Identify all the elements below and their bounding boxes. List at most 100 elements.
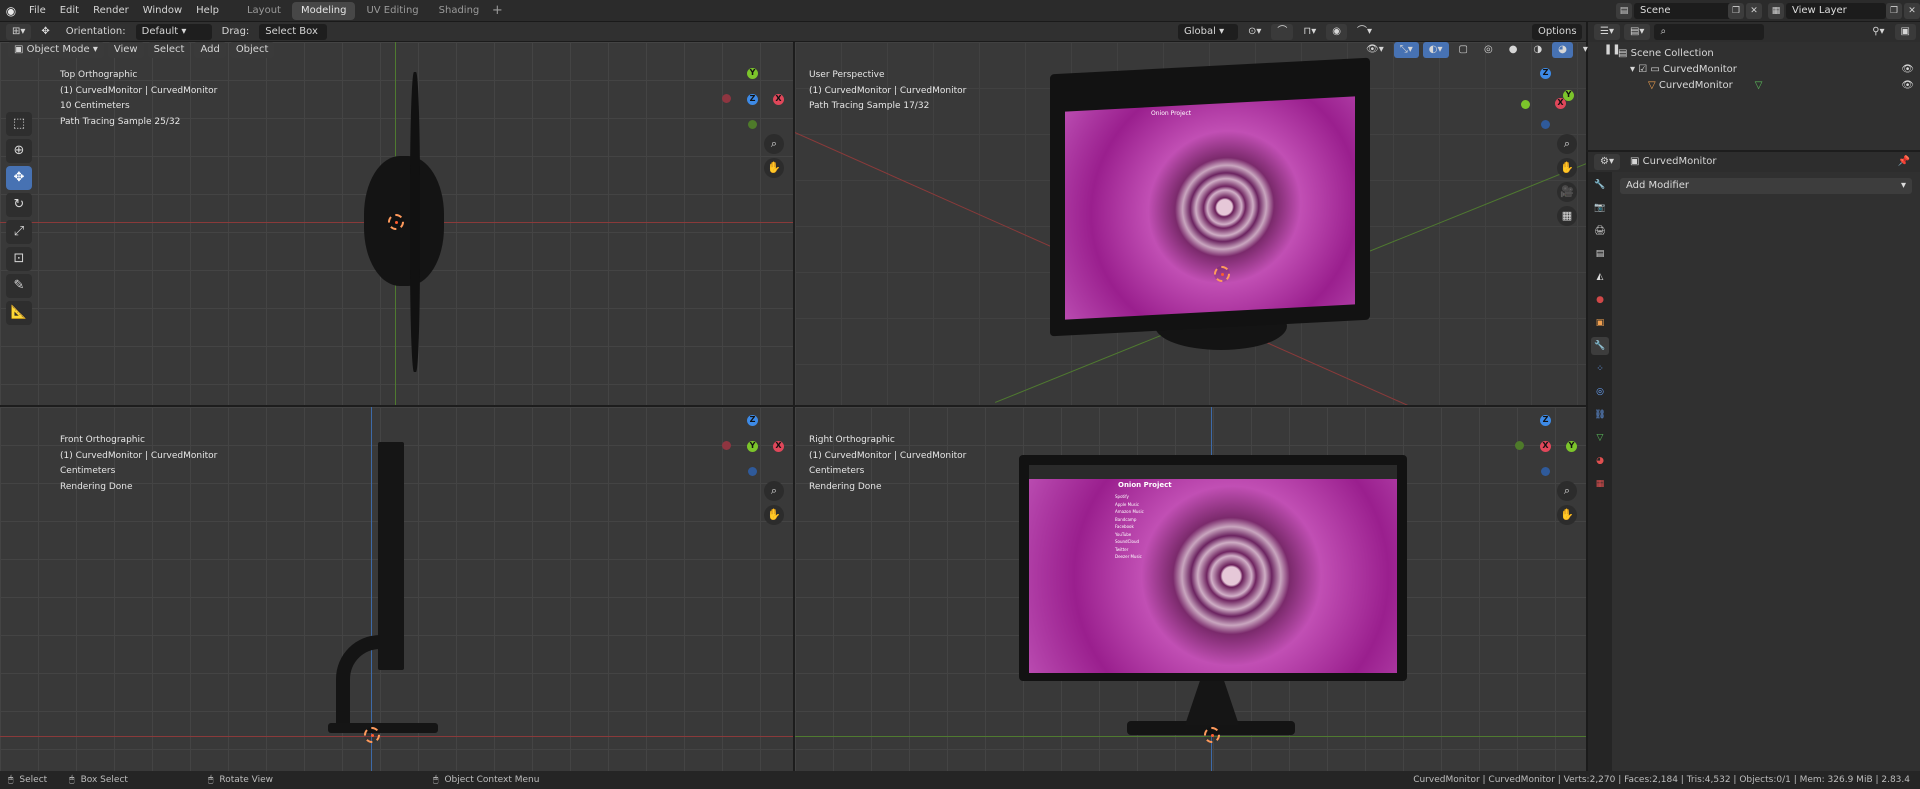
gizmo-z-icon[interactable]: Z: [1540, 68, 1551, 79]
viewport-top-orthographic[interactable]: Top Orthographic (1) CurvedMonitor | Cur…: [0, 42, 793, 405]
shading-options-icon[interactable]: ▾: [1577, 42, 1594, 58]
blender-logo-icon[interactable]: ◉: [0, 0, 22, 22]
pan-hand-icon[interactable]: ✋: [764, 158, 784, 178]
gizmo-neg-x-icon[interactable]: [722, 94, 731, 103]
tool-settings-icon[interactable]: ⊞▾: [6, 23, 32, 40]
scene-browse-icon[interactable]: ▤: [1616, 3, 1632, 19]
viewport-user-perspective[interactable]: Onion Project User Perspective (1) Curve…: [795, 42, 1586, 405]
view-layer-delete-icon[interactable]: ✕: [1904, 3, 1920, 19]
pin-icon[interactable]: 📌: [1892, 154, 1916, 170]
view-layer-field[interactable]: View Layer: [1786, 3, 1886, 19]
expand-arrow-icon[interactable]: ▾: [1630, 62, 1635, 78]
view-layer-copy-icon[interactable]: ❐: [1886, 3, 1902, 19]
annotate-tool-icon[interactable]: ✎: [6, 274, 32, 298]
gizmo-y-icon[interactable]: Y: [747, 441, 758, 452]
view-layer-browse-icon[interactable]: ▦: [1768, 3, 1784, 19]
viewport-right-orthographic[interactable]: Onion Project Spotify Apple Music Amazon…: [795, 407, 1586, 771]
display-mode-icon[interactable]: ▤▾: [1623, 24, 1651, 40]
mesh-data-icon[interactable]: ▽: [1755, 78, 1763, 94]
scene-copy-icon[interactable]: ❐: [1728, 3, 1744, 19]
object-tab-icon[interactable]: ▣: [1591, 314, 1609, 332]
gizmo-neg-x-icon[interactable]: [722, 441, 731, 450]
menu-edit[interactable]: Edit: [53, 0, 86, 22]
world-tab-icon[interactable]: ●: [1591, 291, 1609, 309]
editor-type-icon[interactable]: ☰▾: [1594, 24, 1620, 40]
gizmo-toggle-icon[interactable]: ⤡▾: [1393, 42, 1419, 58]
visibility-icon[interactable]: 👁▾: [1360, 42, 1390, 58]
gizmo-z-icon[interactable]: Z: [747, 94, 758, 105]
physics-tab-icon[interactable]: ◎: [1591, 383, 1609, 401]
tool-tab-icon[interactable]: 🔧: [1591, 176, 1609, 194]
solid-shading-icon[interactable]: ●: [1503, 42, 1524, 58]
zoom-icon[interactable]: ⌕: [1557, 134, 1577, 154]
gizmo-x-icon[interactable]: X: [1540, 441, 1551, 452]
gizmo-y-icon[interactable]: Y: [1566, 441, 1577, 452]
material-shading-icon[interactable]: ◑: [1527, 42, 1548, 58]
tab-modeling[interactable]: Modeling: [291, 1, 356, 20]
output-tab-icon[interactable]: 🖨: [1591, 222, 1609, 240]
wireframe-shading-icon[interactable]: ◎: [1478, 42, 1499, 58]
gizmo-neg-z-icon[interactable]: [748, 467, 757, 476]
editor-type-icon[interactable]: ⚙▾: [1594, 154, 1620, 170]
snap-target-icon[interactable]: ⊓▾: [1297, 24, 1322, 40]
tab-uv-editing[interactable]: UV Editing: [357, 2, 427, 20]
cursor-tool-icon[interactable]: ⊕: [6, 139, 32, 163]
new-collection-icon[interactable]: ▣: [1894, 24, 1916, 40]
gizmo-y-icon[interactable]: Y: [747, 68, 758, 79]
zoom-icon[interactable]: ⌕: [764, 481, 784, 501]
texture-tab-icon[interactable]: ▦: [1591, 475, 1609, 493]
menu-render[interactable]: Render: [86, 0, 136, 22]
add-modifier-dropdown[interactable]: Add Modifier ▾: [1620, 178, 1912, 194]
eye-icon[interactable]: 👁: [1901, 78, 1914, 94]
gizmo-x-icon[interactable]: X: [773, 441, 784, 452]
orientation-dropdown[interactable]: Default ▾: [135, 23, 212, 40]
gizmo-neg-z-icon[interactable]: [1541, 120, 1550, 129]
view-layer-tab-icon[interactable]: ▤: [1591, 245, 1609, 263]
zoom-icon[interactable]: ⌕: [764, 134, 784, 154]
gizmo-neg-y-icon[interactable]: [1521, 100, 1530, 109]
zoom-icon[interactable]: ⌕: [1557, 481, 1577, 501]
outliner-row[interactable]: ▾ ☑ ▭ CurvedMonitor 👁: [1618, 62, 1920, 78]
gizmo-z-icon[interactable]: Z: [747, 415, 758, 426]
data-tab-icon[interactable]: ▽: [1591, 429, 1609, 447]
menu-select[interactable]: Select: [147, 42, 191, 58]
gizmo-neg-y-icon[interactable]: [748, 120, 757, 129]
select-box-tool-icon[interactable]: ⬚: [6, 112, 32, 136]
menu-add[interactable]: Add: [194, 42, 226, 58]
checkbox-icon[interactable]: ☑: [1638, 62, 1647, 78]
gizmo-neg-y-icon[interactable]: [1515, 441, 1524, 450]
render-tab-icon[interactable]: 📷: [1591, 199, 1609, 217]
scene-collection-row[interactable]: ▤ Scene Collection: [1618, 46, 1920, 62]
eye-icon[interactable]: 👁: [1901, 62, 1914, 78]
constraints-tab-icon[interactable]: ⛓: [1591, 406, 1609, 424]
menu-view[interactable]: View: [107, 42, 144, 58]
perspective-toggle-icon[interactable]: ▦: [1557, 206, 1577, 226]
modifier-tab-icon[interactable]: 🔧: [1591, 337, 1609, 355]
menu-object[interactable]: Object: [229, 42, 275, 58]
menu-help[interactable]: Help: [189, 0, 226, 22]
filter-icon[interactable]: ⚲▾: [1866, 24, 1890, 40]
measure-tool-icon[interactable]: 📐: [6, 301, 32, 325]
pause-render-icon[interactable]: ❚❚: [1598, 42, 1627, 58]
drag-dropdown[interactable]: Select Box ▾: [259, 23, 328, 53]
falloff-icon[interactable]: ⌒▾: [1351, 24, 1378, 40]
tab-layout[interactable]: Layout: [238, 2, 290, 20]
pivot-icon[interactable]: ⊙▾: [1242, 24, 1267, 40]
pan-hand-icon[interactable]: ✋: [1557, 158, 1577, 178]
xray-icon[interactable]: ▢: [1453, 42, 1474, 58]
material-tab-icon[interactable]: ◕: [1591, 452, 1609, 470]
camera-view-icon[interactable]: 🎥: [1557, 182, 1577, 202]
scene-tab-icon[interactable]: ◭: [1591, 268, 1609, 286]
outliner-row[interactable]: ▽ CurvedMonitor ▽ 👁: [1618, 78, 1920, 94]
rotate-tool-icon[interactable]: ↻: [6, 193, 32, 217]
outliner-search-input[interactable]: ⌕: [1654, 24, 1765, 40]
add-workspace-icon[interactable]: +: [488, 3, 506, 18]
gizmo-x-icon[interactable]: X: [773, 94, 784, 105]
object-mode-dropdown[interactable]: ▣ Object Mode ▾: [8, 42, 104, 58]
rendered-shading-icon[interactable]: ◕: [1552, 42, 1573, 58]
gizmo-x-icon[interactable]: X: [1555, 98, 1566, 109]
pan-hand-icon[interactable]: ✋: [1557, 505, 1577, 525]
scale-tool-icon[interactable]: ⤢: [6, 220, 32, 244]
proportional-edit-icon[interactable]: ◉: [1326, 23, 1347, 40]
pan-hand-icon[interactable]: ✋: [764, 505, 784, 525]
